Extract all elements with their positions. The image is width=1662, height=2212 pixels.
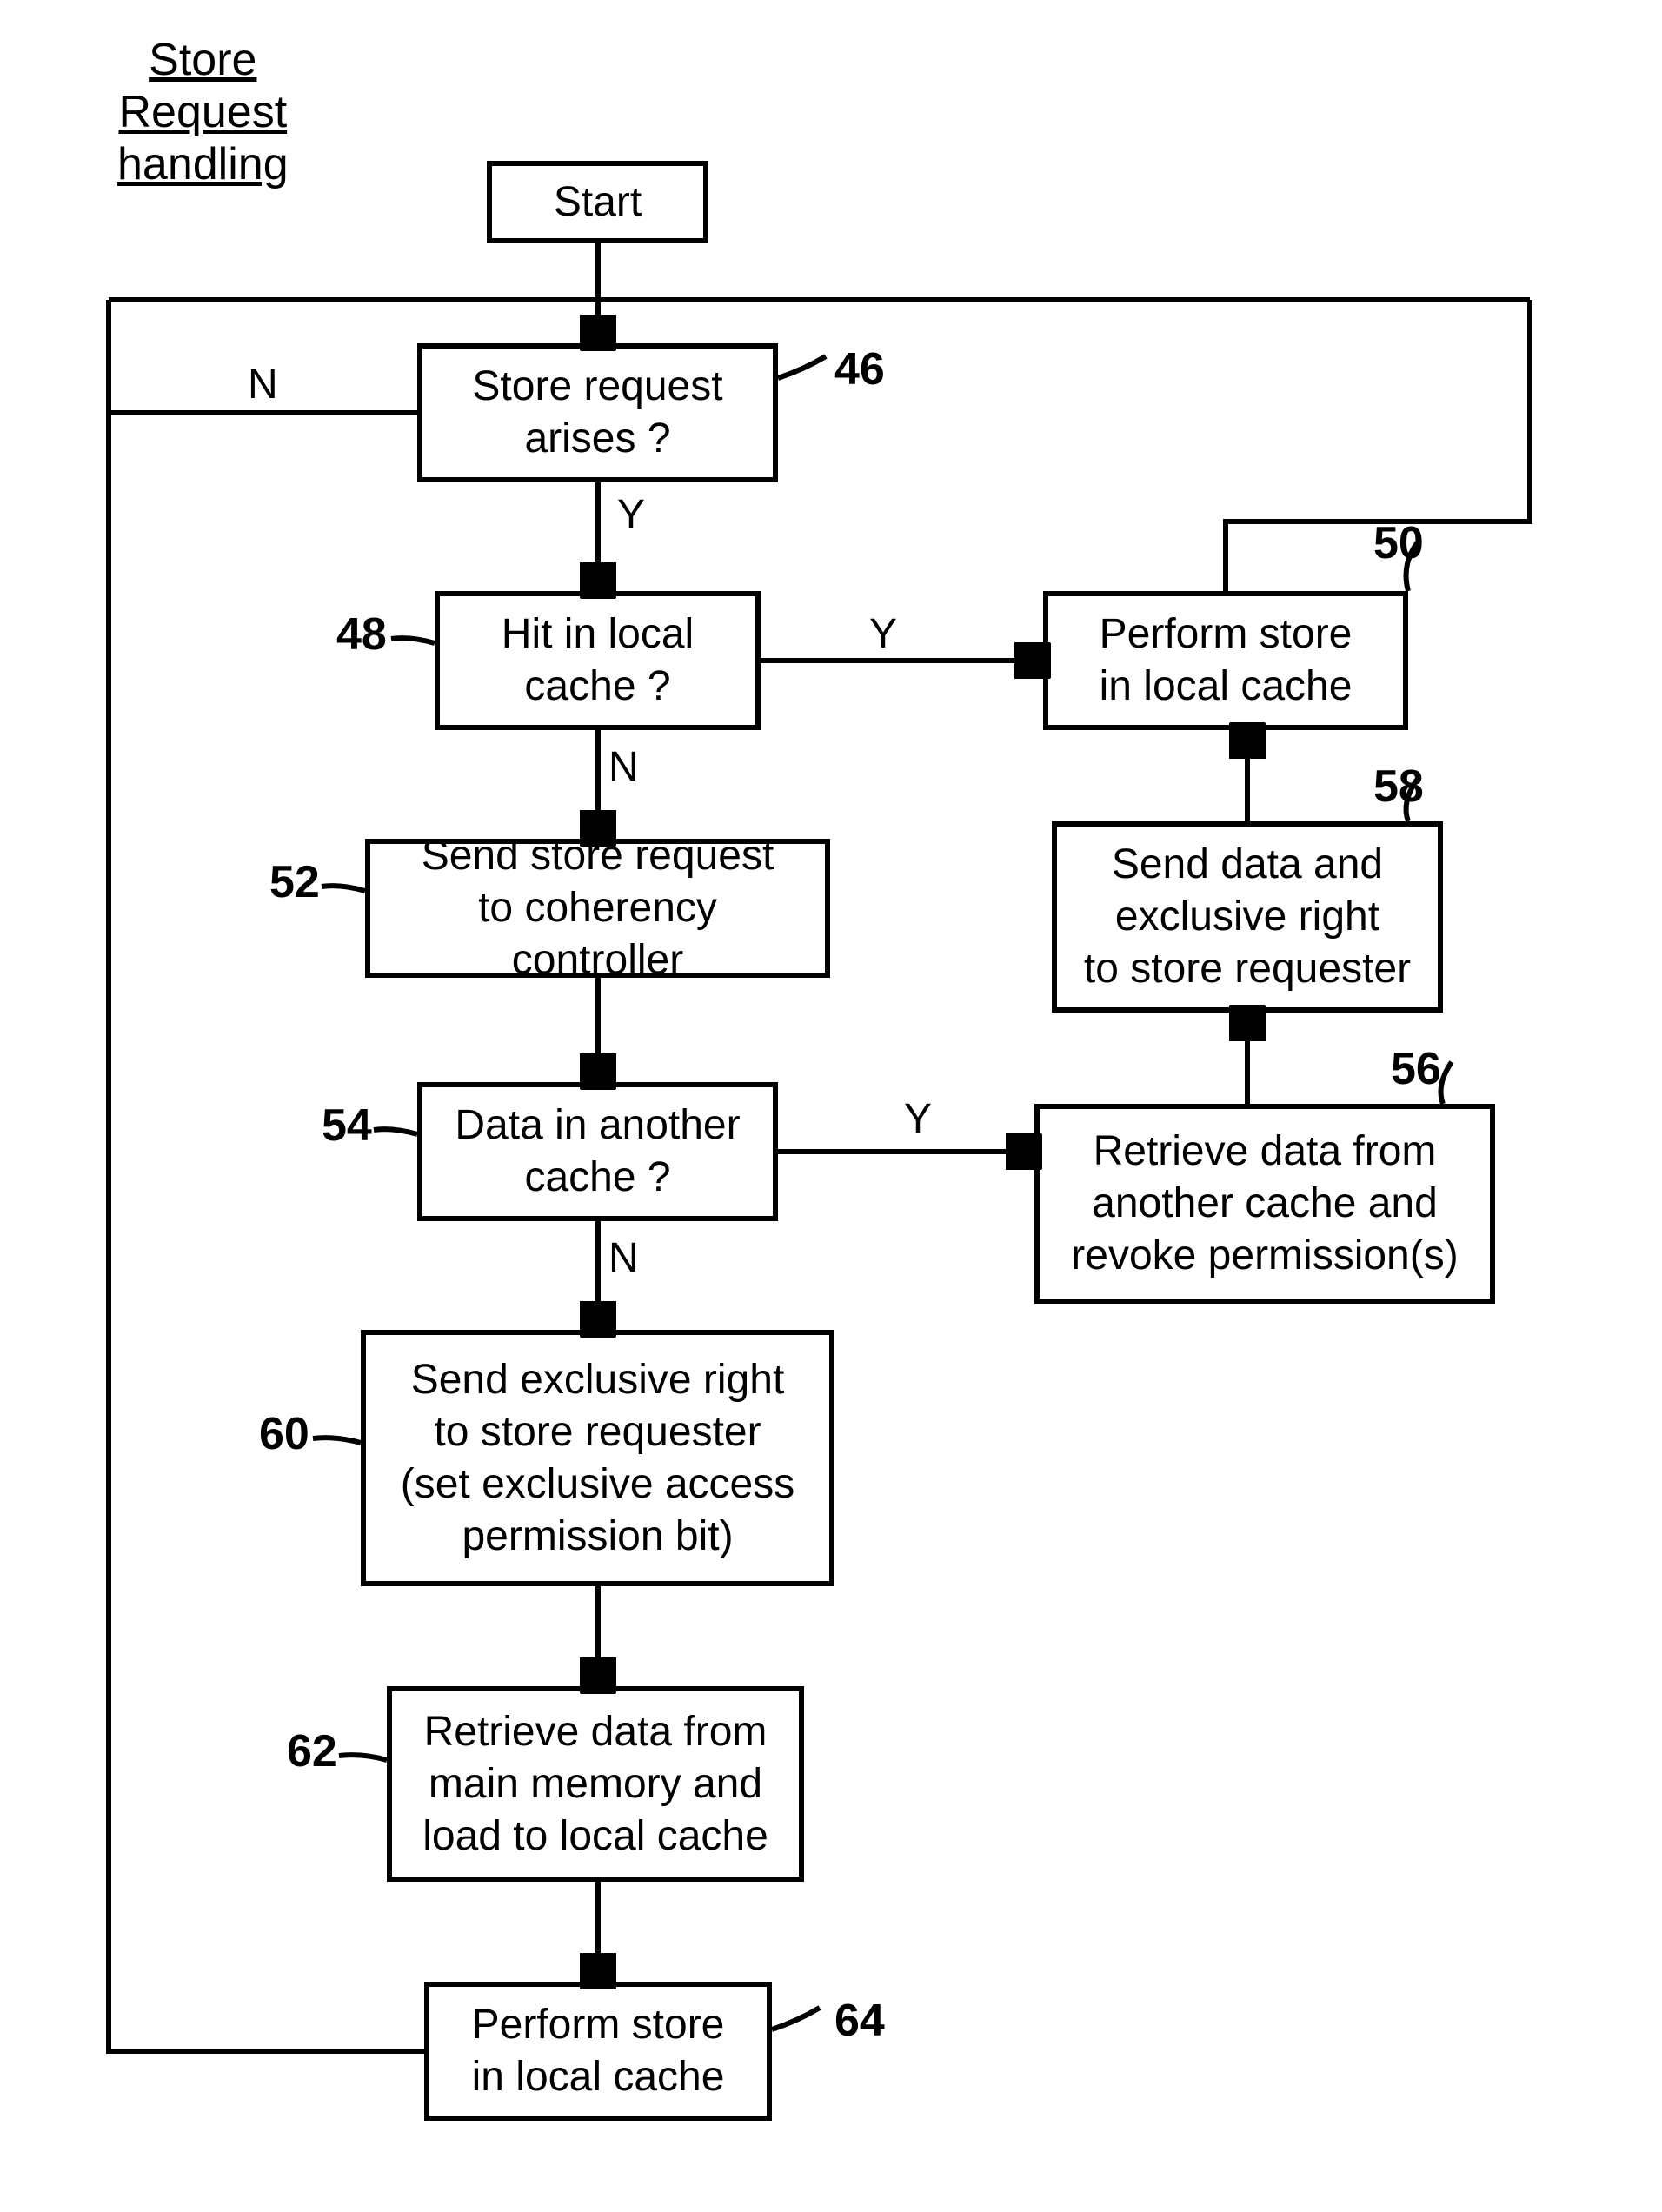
ref-60: 60 — [259, 1408, 309, 1460]
node-50: Perform store in local cache — [1043, 591, 1408, 730]
ref-48: 48 — [336, 608, 387, 661]
node-46: Store request arises ? — [417, 343, 778, 482]
node-62: Retrieve data from main memory and load … — [387, 1686, 804, 1882]
ref-64: 64 — [834, 1995, 885, 2047]
label-y-54: Y — [904, 1095, 932, 1143]
ref-46: 46 — [834, 343, 885, 395]
label-n-54: N — [608, 1234, 639, 1282]
ref-50: 50 — [1373, 517, 1424, 569]
diagram-title: Store Request handling — [117, 35, 289, 190]
ref-58: 58 — [1373, 761, 1424, 813]
ref-62: 62 — [287, 1725, 337, 1777]
node-52: Send store request to coherency controll… — [365, 839, 830, 978]
ref-56: 56 — [1391, 1043, 1441, 1095]
node-56: Retrieve data from another cache and rev… — [1034, 1104, 1495, 1304]
label-n-46: N — [248, 361, 278, 409]
label-y-48: Y — [869, 610, 897, 658]
flowchart: Store Request handling Start Store reque… — [0, 0, 1662, 2212]
node-64: Perform store in local cache — [424, 1982, 772, 2121]
node-58: Send data and exclusive right to store r… — [1052, 821, 1443, 1013]
node-60: Send exclusive right to store requester … — [361, 1330, 834, 1586]
start-node: Start — [487, 161, 708, 243]
ref-54: 54 — [322, 1099, 372, 1152]
node-48: Hit in local cache ? — [435, 591, 761, 730]
label-n-48: N — [608, 743, 639, 791]
node-54: Data in another cache ? — [417, 1082, 778, 1221]
ref-52: 52 — [269, 856, 320, 908]
label-y-46: Y — [617, 491, 645, 539]
